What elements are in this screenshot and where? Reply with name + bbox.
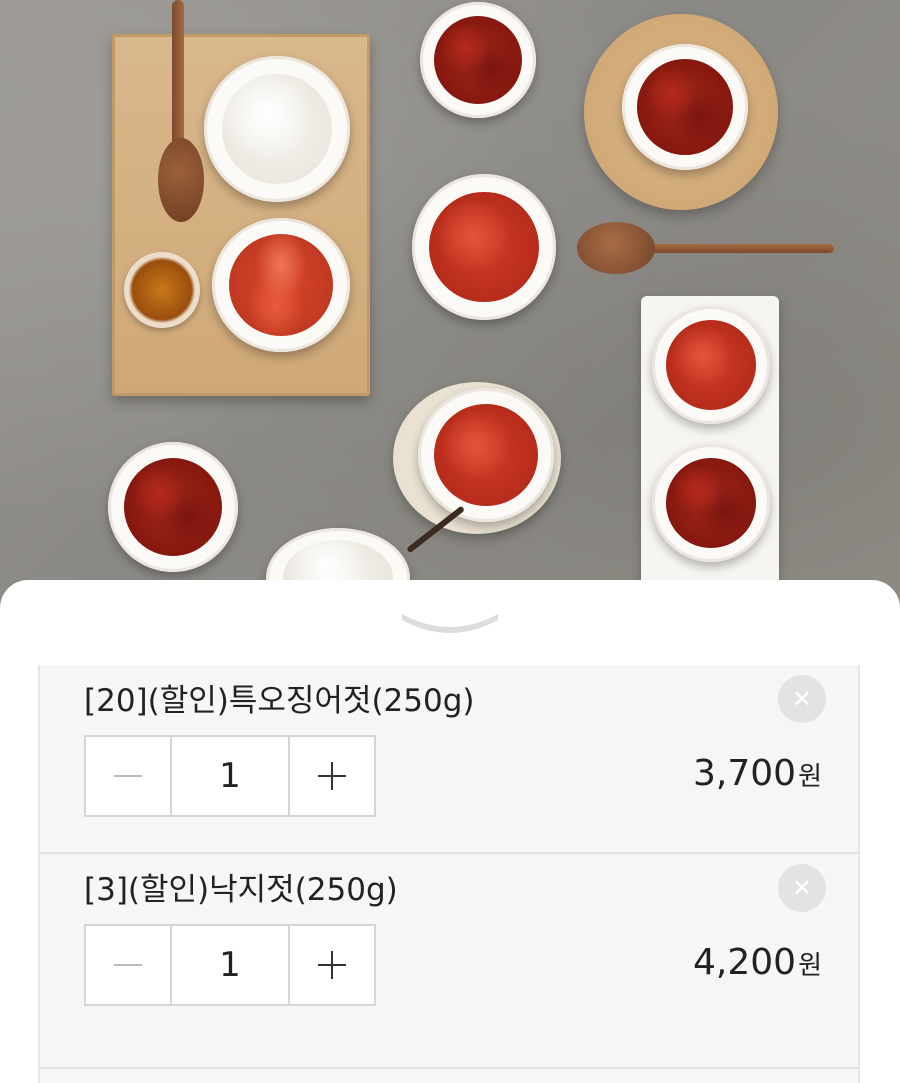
side-dish-bowl — [412, 174, 556, 320]
price-amount: 3,700 — [693, 753, 797, 794]
decrease-quantity-button[interactable] — [86, 737, 170, 815]
increase-quantity-button[interactable] — [290, 737, 374, 815]
side-dish-bowl — [622, 44, 748, 170]
minus-icon — [114, 964, 142, 966]
side-dish-bowl — [108, 442, 238, 572]
product-photo — [0, 0, 900, 600]
item-divider — [40, 1067, 858, 1069]
currency-unit: 원 — [798, 762, 822, 792]
roe-bowl — [212, 218, 350, 352]
rice-bowl — [204, 56, 350, 202]
side-dish-bowl — [420, 2, 536, 118]
minus-icon — [114, 775, 142, 777]
wooden-spoon-head-horizontal — [577, 222, 655, 274]
sauce-glass — [124, 252, 200, 328]
cart-item: [20](할인)특오징어젓(250g) ✕ 1 3,700원 — [40, 665, 858, 853]
plus-icon — [318, 762, 346, 790]
product-name: [3](할인)낙지젓(250g) — [84, 872, 398, 908]
side-dish-bowl — [652, 444, 770, 562]
remove-item-button[interactable]: ✕ — [778, 864, 826, 912]
item-price: 4,200원 — [693, 942, 822, 983]
wooden-spoon-head — [158, 138, 204, 222]
wooden-spoon-handle — [172, 0, 184, 150]
remove-item-button[interactable]: ✕ — [778, 675, 826, 723]
item-price: 3,700원 — [693, 753, 822, 794]
quantity-value[interactable]: 1 — [170, 737, 290, 815]
cart-list: [20](할인)특오징어젓(250g) ✕ 1 3,700원 [3](할인)낙지… — [38, 665, 860, 1083]
side-dish-bowl — [652, 306, 770, 424]
currency-unit: 원 — [798, 951, 822, 981]
increase-quantity-button[interactable] — [290, 926, 374, 1004]
cart-item: [3](할인)낙지젓(250g) ✕ 1 4,200원 — [40, 854, 858, 1042]
plus-icon — [318, 951, 346, 979]
close-icon: ✕ — [791, 685, 813, 713]
collapse-sheet-button[interactable] — [400, 608, 500, 638]
product-name: [20](할인)특오징어젓(250g) — [84, 683, 475, 719]
decrease-quantity-button[interactable] — [86, 926, 170, 1004]
quantity-stepper: 1 — [84, 735, 376, 817]
close-icon: ✕ — [791, 874, 813, 902]
side-dish-bowl — [418, 388, 554, 522]
quantity-value[interactable]: 1 — [170, 926, 290, 1004]
quantity-stepper: 1 — [84, 924, 376, 1006]
price-amount: 4,200 — [693, 942, 797, 983]
chevron-down-icon — [402, 614, 498, 633]
wooden-spoon-handle-horizontal — [640, 244, 834, 253]
